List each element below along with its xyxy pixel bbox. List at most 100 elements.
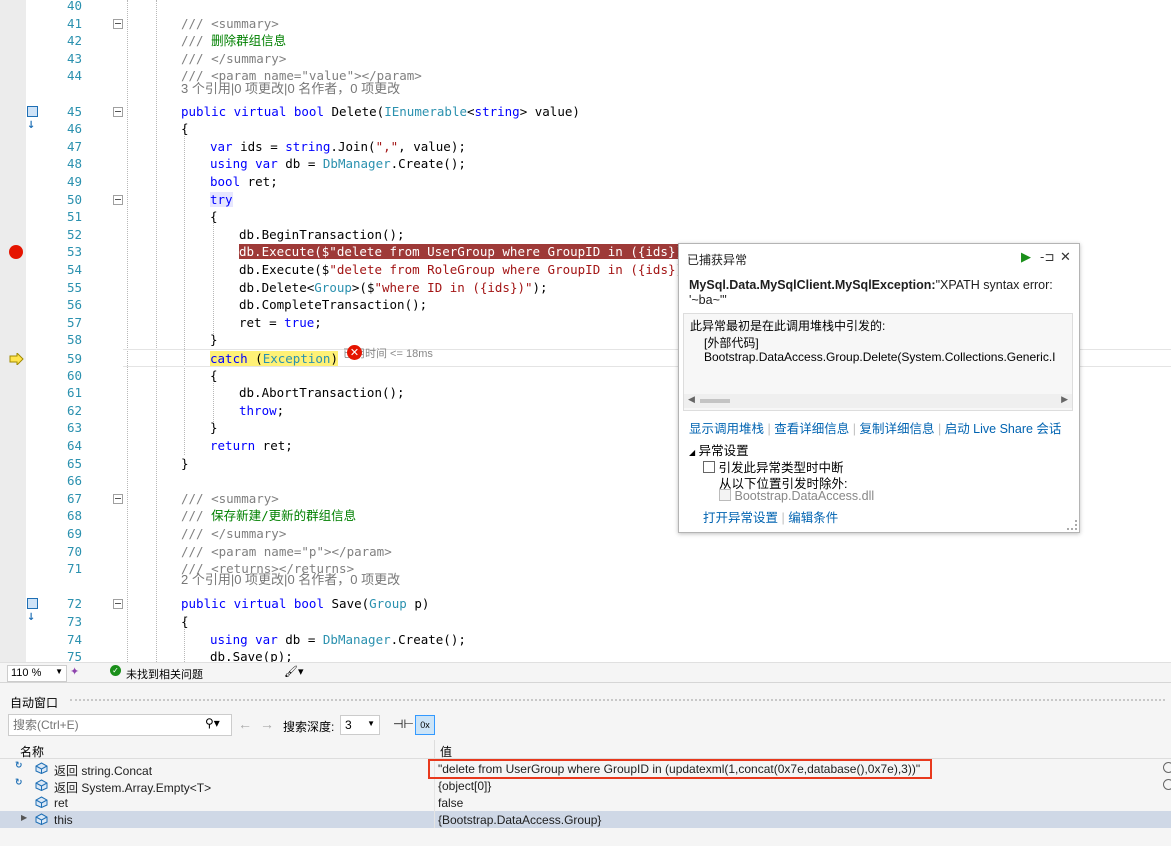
- variable-name: ret: [54, 796, 69, 810]
- code-line[interactable]: 70 /// <param name="p"></param>: [0, 543, 1171, 561]
- pin-icon[interactable]: -⊐: [1040, 250, 1054, 264]
- zoom-select[interactable]: 110 % ▼: [7, 665, 67, 682]
- forward-arrow-icon[interactable]: →: [260, 716, 274, 732]
- col-value[interactable]: 值: [440, 743, 452, 760]
- copy-details-link[interactable]: 复制详细信息: [859, 422, 934, 436]
- line-number: 55: [66, 279, 82, 295]
- code-text: throw;: [239, 402, 285, 418]
- intellicode-icon[interactable]: ✦: [70, 665, 79, 678]
- fold-toggle-icon[interactable]: [113, 493, 123, 504]
- brush-icon[interactable]: 🖌▾: [284, 665, 304, 678]
- view-icon[interactable]: [1163, 779, 1171, 790]
- code-text: /// </summary>: [181, 526, 287, 541]
- live-share-link[interactable]: 启动 Live Share 会话: [945, 422, 1062, 436]
- exception-error-icon[interactable]: ✕: [347, 345, 362, 360]
- depth-value: 3: [345, 718, 352, 732]
- variable-value[interactable]: false: [438, 796, 463, 810]
- stack-frame: Bootstrap.DataAccess.Group.Delete(System…: [704, 350, 1056, 364]
- line-number: 48: [66, 156, 82, 172]
- code-line[interactable]: 75 db.Save(p);: [0, 648, 1171, 662]
- view-details-link[interactable]: 查看详细信息: [774, 422, 849, 436]
- code-line[interactable]: 46 {: [0, 120, 1171, 138]
- autos-header: 名称 值: [0, 740, 1171, 759]
- view-icon[interactable]: [1163, 762, 1171, 773]
- line-number: 70: [66, 543, 82, 559]
- show-callstack-link[interactable]: 显示调用堆栈: [689, 422, 764, 436]
- issues-text[interactable]: 未找到相关问题: [126, 666, 203, 682]
- code-line[interactable]: 41 /// <summary>: [0, 15, 1171, 33]
- code-line[interactable]: 47 var ids = string.Join(",", value);: [0, 138, 1171, 156]
- code-line[interactable]: 40: [0, 0, 1171, 15]
- code-line[interactable]: 48 using var db = DbManager.Create();: [0, 155, 1171, 173]
- stack-panel[interactable]: 此异常最初是在此调用堆栈中引发的: [外部代码] Bootstrap.DataA…: [683, 313, 1073, 411]
- code-line[interactable]: 73 {: [0, 613, 1171, 631]
- continue-icon[interactable]: ▶: [1021, 250, 1031, 265]
- autos-row[interactable]: ↻ 返回 System.Array.Empty<T> {object[0]}: [0, 777, 1171, 795]
- open-exception-settings-link[interactable]: 打开异常设置: [703, 511, 778, 525]
- scroll-thumb[interactable]: [700, 399, 730, 403]
- scroll-left-icon[interactable]: ◀: [688, 394, 695, 405]
- code-line[interactable]: 45 public virtual bool Delete(IEnumerable…: [0, 103, 1171, 131]
- break-checkbox[interactable]: [703, 461, 715, 473]
- expand-arrow-icon[interactable]: ▶: [21, 813, 27, 822]
- variable-value[interactable]: {Bootstrap.DataAccess.Group}: [438, 813, 601, 827]
- code-line[interactable]: 52 db.BeginTransaction();: [0, 226, 1171, 244]
- autos-window: 自动窗口 ⚲▾ ← → 搜索深度: 3 ▼ ⊣⊢ 0x 名称 值 ↻返回 str…: [0, 682, 1171, 846]
- code-text: }: [210, 420, 218, 436]
- reference-icon[interactable]: ↓: [27, 105, 45, 131]
- object-icon: [35, 779, 48, 791]
- code-line[interactable]: 71/// <returns></returns>: [0, 560, 1171, 578]
- code-line[interactable]: 51 {: [0, 208, 1171, 226]
- fold-toggle-icon[interactable]: [113, 106, 123, 117]
- return-value-icon: ↻: [15, 761, 23, 771]
- line-number: 49: [66, 174, 82, 189]
- code-text: public virtual bool Save(Group p): [181, 596, 430, 612]
- code-text: db.BeginTransaction();: [239, 226, 405, 242]
- code-text: db.Save(p);: [210, 649, 293, 662]
- pin-columns-icon[interactable]: ⊣⊢: [393, 717, 414, 731]
- code-line[interactable]: 49 bool ret;: [0, 173, 1171, 191]
- resize-grip[interactable]: [1067, 520, 1077, 530]
- stack-hscrollbar[interactable]: ◀ ▶: [684, 394, 1072, 408]
- exception-message: MySql.Data.MySqlClient.MySqlException:"X…: [689, 278, 1073, 308]
- codelens-delete[interactable]: 3 个引用|0 项更改|0 名作者，0 项更改: [181, 80, 400, 98]
- line-number: 47: [66, 138, 82, 154]
- code-line[interactable]: 42 /// 删除群组信息: [0, 32, 1171, 50]
- code-text: /// 删除群组信息: [181, 33, 287, 49]
- line-number: 66: [66, 473, 82, 489]
- code-text: bool ret;: [210, 174, 278, 189]
- edit-conditions-link[interactable]: 编辑条件: [788, 511, 838, 525]
- code-line[interactable]: 44/// <param name="value"></param>: [0, 67, 1171, 85]
- autos-row[interactable]: ▶ this {Bootstrap.DataAccess.Group}: [0, 811, 1171, 828]
- code-line[interactable]: 43 /// </summary>: [0, 50, 1171, 68]
- col-name[interactable]: 名称: [20, 743, 44, 760]
- line-number: 52: [66, 226, 82, 242]
- variable-value[interactable]: {object[0]}: [438, 779, 491, 793]
- close-icon[interactable]: ✕: [1060, 250, 1071, 265]
- search-box[interactable]: ⚲▾: [8, 714, 232, 736]
- fold-toggle-icon[interactable]: [113, 18, 123, 29]
- codelens-save[interactable]: 2 个引用|0 项更改|0 名作者，0 项更改: [181, 571, 400, 589]
- scroll-right-icon[interactable]: ▶: [1061, 394, 1068, 405]
- back-arrow-icon[interactable]: ←: [238, 716, 252, 732]
- collapse-icon: ◢: [689, 448, 696, 457]
- fold-toggle-icon[interactable]: [113, 194, 123, 205]
- fold-toggle-icon[interactable]: [113, 599, 123, 610]
- line-number: 53: [66, 244, 82, 260]
- depth-select[interactable]: 3 ▼: [340, 715, 380, 735]
- line-number: 62: [66, 402, 82, 418]
- code-line[interactable]: 74 using var db = DbManager.Create();: [0, 631, 1171, 649]
- code-line[interactable]: 50 try: [0, 191, 1171, 209]
- code-text: try: [210, 191, 233, 207]
- reference-icon[interactable]: ↓: [27, 598, 45, 623]
- code-line[interactable]: 72 public virtual bool Save(Group p) ↓: [0, 595, 1171, 623]
- breakpoint-icon[interactable]: [9, 245, 23, 260]
- chevron-down-icon: ▼: [367, 719, 375, 728]
- title-grip: [70, 699, 1165, 701]
- code-text: /// </summary>: [181, 50, 287, 66]
- search-input[interactable]: [11, 717, 200, 733]
- search-icon[interactable]: ⚲▾: [205, 716, 220, 730]
- line-number: 65: [66, 455, 82, 471]
- autos-row[interactable]: ret false: [0, 794, 1171, 811]
- hex-display-icon[interactable]: 0x: [415, 715, 435, 735]
